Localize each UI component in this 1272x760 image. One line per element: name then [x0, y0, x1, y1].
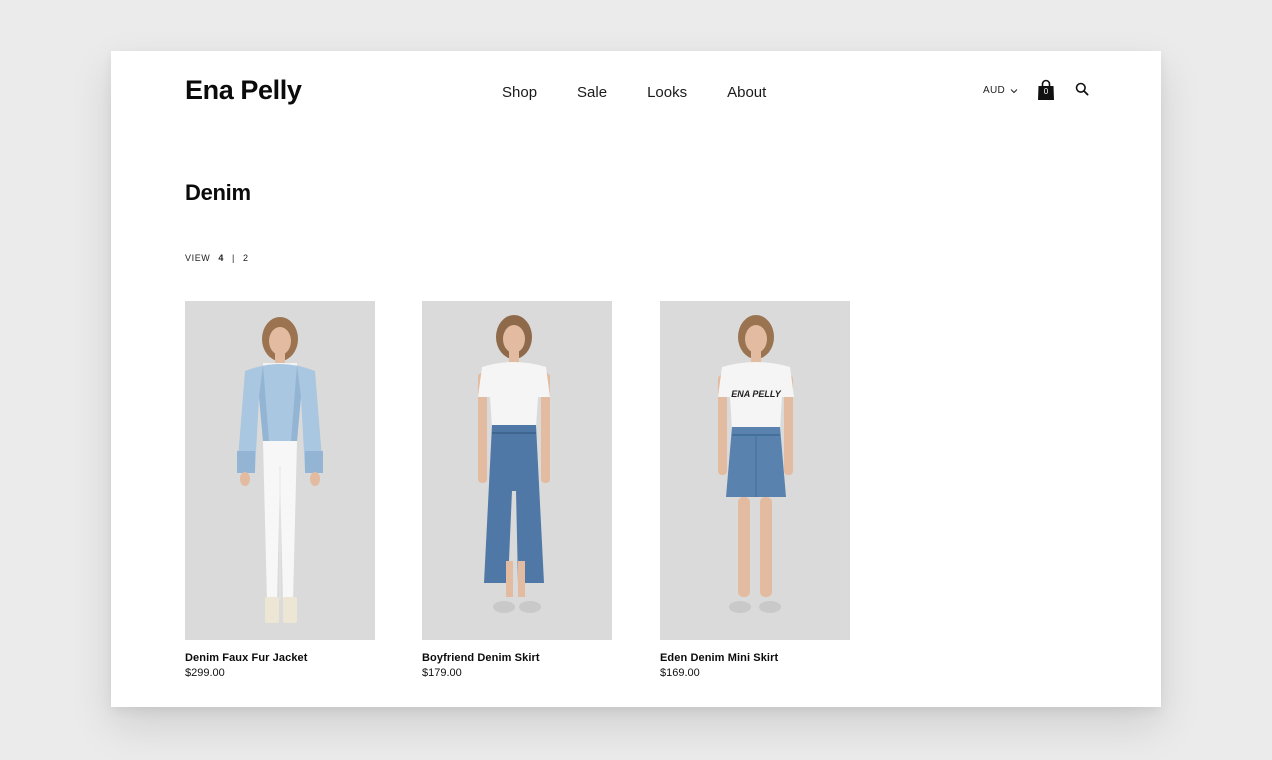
nav-item-sale[interactable]: Sale	[577, 84, 607, 101]
main-nav: Shop Sale Looks About	[502, 84, 766, 101]
nav-item-about[interactable]: About	[727, 84, 766, 101]
product-image[interactable]: ENA PELLY	[660, 301, 850, 640]
product-image[interactable]	[422, 301, 612, 640]
browser-window: Ena Pelly Shop Sale Looks About AUD 0 De…	[111, 51, 1161, 707]
nav-item-looks[interactable]: Looks	[647, 84, 687, 101]
cart-count: 0	[1043, 87, 1049, 96]
view-option-4[interactable]: 4	[218, 253, 224, 263]
view-label: VIEW	[185, 253, 211, 263]
product-card[interactable]: Boyfriend Denim Skirt $179.00	[422, 301, 612, 679]
currency-selector[interactable]: AUD	[983, 85, 1018, 96]
product-name[interactable]: Boyfriend Denim Skirt	[422, 652, 612, 664]
product-image[interactable]	[185, 301, 375, 640]
search-icon[interactable]	[1075, 82, 1089, 96]
currency-label: AUD	[983, 85, 1006, 96]
view-option-2[interactable]: 2	[243, 253, 249, 263]
nav-item-shop[interactable]: Shop	[502, 84, 537, 101]
cart-button[interactable]: 0	[1037, 79, 1055, 101]
product-card[interactable]: ENA PELLY Eden Denim Mini Skirt $169.00	[660, 301, 850, 679]
product-name[interactable]: Denim Faux Fur Jacket	[185, 652, 375, 664]
brand-logo[interactable]: Ena Pelly	[185, 75, 302, 106]
product-price: $169.00	[660, 667, 700, 679]
product-card[interactable]: Denim Faux Fur Jacket $299.00	[185, 301, 375, 679]
tee-print-text: ENA PELLY	[731, 389, 782, 399]
product-price: $299.00	[185, 667, 225, 679]
chevron-down-icon	[1010, 88, 1018, 93]
product-name[interactable]: Eden Denim Mini Skirt	[660, 652, 850, 664]
view-separator: |	[232, 253, 235, 263]
page-title: Denim	[185, 180, 251, 205]
view-toggle: VIEW 4 | 2	[185, 253, 249, 263]
product-price: $179.00	[422, 667, 462, 679]
